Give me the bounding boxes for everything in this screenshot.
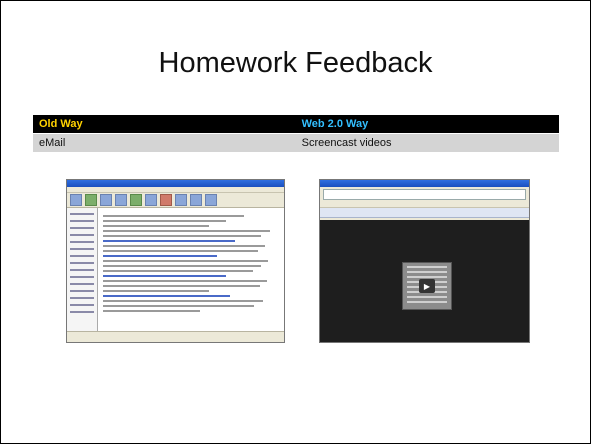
browser-address-bar xyxy=(323,189,526,200)
toolbar-icon xyxy=(205,194,217,206)
email-folder-pane xyxy=(67,208,98,332)
browser-screencast-screenshot: ▶ xyxy=(319,179,530,343)
toolbar-icon xyxy=(190,194,202,206)
email-message-pane xyxy=(98,208,284,332)
toolbar-icon xyxy=(100,194,112,206)
comparison-table: Old Way Web 2.0 Way eMail Screencast vid… xyxy=(33,115,559,152)
play-icon: ▶ xyxy=(419,279,435,293)
cell-old-way: eMail xyxy=(33,133,296,152)
email-statusbar xyxy=(67,331,284,342)
browser-tab-strip xyxy=(320,208,529,218)
toolbar-icon xyxy=(160,194,172,206)
toolbar-icon xyxy=(145,194,157,206)
browser-titlebar xyxy=(320,180,529,187)
cell-web-way: Screencast videos xyxy=(295,133,559,152)
header-old-way: Old Way xyxy=(33,115,296,134)
toolbar-icon xyxy=(130,194,142,206)
email-body xyxy=(67,208,284,332)
toolbar-icon xyxy=(70,194,82,206)
table-header-row: Old Way Web 2.0 Way xyxy=(33,115,559,134)
header-web-way: Web 2.0 Way xyxy=(295,115,559,134)
slide: Homework Feedback Old Way Web 2.0 Way eM… xyxy=(0,0,591,444)
email-titlebar xyxy=(67,180,284,187)
toolbar-icon xyxy=(175,194,187,206)
email-client-screenshot xyxy=(66,179,285,343)
screencast-video: ▶ xyxy=(402,262,452,310)
email-toolbar xyxy=(67,193,284,208)
table-row: eMail Screencast videos xyxy=(33,133,559,152)
slide-title: Homework Feedback xyxy=(158,47,433,79)
browser-content: ▶ xyxy=(320,220,529,342)
toolbar-icon xyxy=(85,194,97,206)
toolbar-icon xyxy=(115,194,127,206)
